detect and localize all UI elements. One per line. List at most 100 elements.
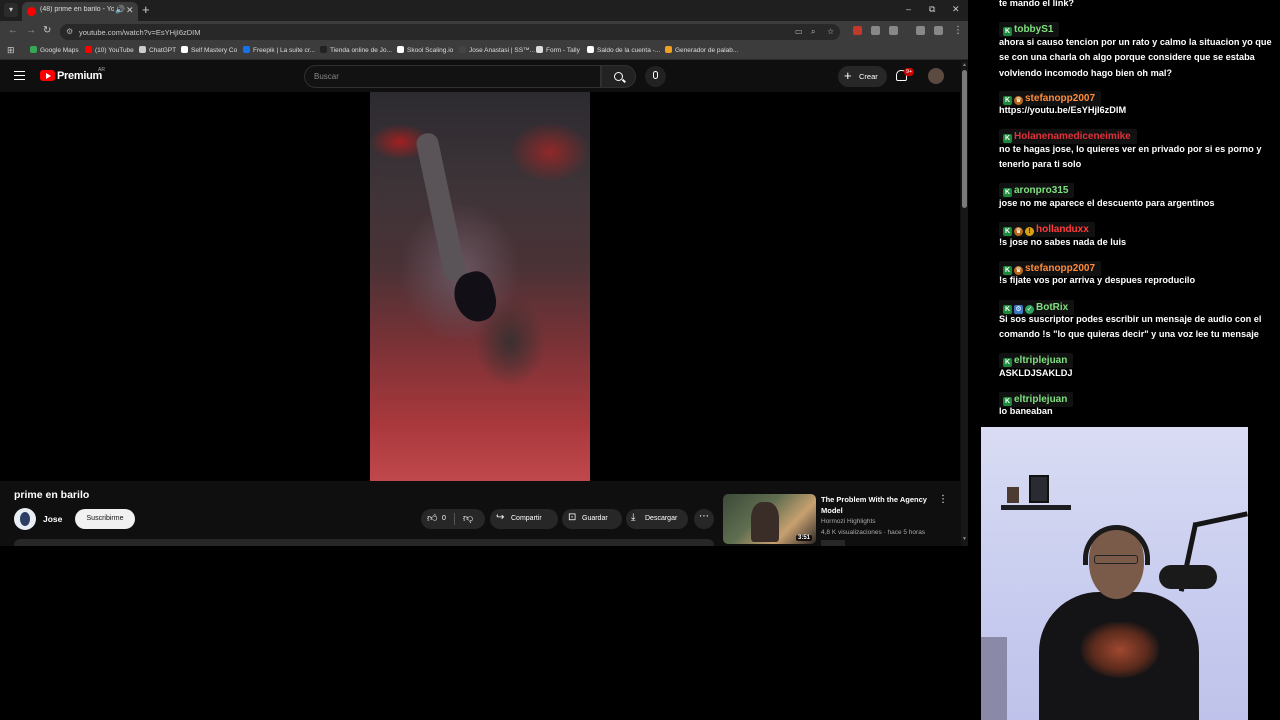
create-button[interactable]: + Crear <box>838 66 887 87</box>
thumbs-up-icon[interactable]: 👍︎ <box>427 512 437 524</box>
search-placeholder: Buscar <box>314 72 339 81</box>
bookmark-item[interactable]: Jose Anastasi | SS™... <box>459 46 535 54</box>
thumbs-down-icon[interactable]: 👎︎ <box>463 512 473 524</box>
tab-close-icon[interactable]: ✕ <box>126 5 134 16</box>
bookmark-item[interactable]: Generador de palab... <box>665 46 738 54</box>
url-text: youtube.com/watch?v=EsYHjI6zDIM <box>79 28 201 37</box>
chat-message-text: !s fijate vos por arriva y despues repro… <box>999 275 1196 285</box>
bookmark-item[interactable]: Saldo de la cuenta -... <box>587 46 660 54</box>
reload-icon[interactable]: ↻ <box>43 25 51 36</box>
map-pin-icon <box>30 46 37 53</box>
channel-avatar[interactable] <box>14 508 36 530</box>
extension-icon[interactable] <box>871 26 880 35</box>
thumbnail-person <box>751 502 779 542</box>
account-avatar[interactable] <box>928 68 944 84</box>
cast-icon[interactable]: ▭ <box>795 27 803 36</box>
notification-badge: 9+ <box>904 68 915 76</box>
chat-message-text: jose no me aparece el descuento para arg… <box>999 198 1215 208</box>
download-arrow-icon: ⤓ <box>631 512 636 523</box>
channel-name[interactable]: Jose <box>43 514 62 524</box>
search-icon <box>614 72 623 81</box>
video-title: prime en barilo <box>14 489 90 501</box>
subscribe-button[interactable]: Suscribirme <box>75 509 135 529</box>
bookmark-icon: ⊡ <box>568 512 577 523</box>
back-arrow-icon[interactable]: ← <box>8 25 18 36</box>
zoom-icon[interactable]: ⌕ <box>811 27 815 37</box>
extensions-puzzle-icon[interactable] <box>889 26 898 35</box>
download-label: Descargar <box>645 515 678 522</box>
adblock-extension-icon[interactable] <box>853 26 862 35</box>
share-label: Compartir <box>511 515 542 522</box>
bookmark-item[interactable]: Form - Tally <box>536 46 580 54</box>
site-info-icon[interactable]: ⚙ <box>66 27 73 36</box>
page-icon <box>181 46 188 53</box>
more-actions-button[interactable]: ⋯ <box>694 509 714 529</box>
tab-bar: ▾ (48) prime en barilo - YouT 🔊 ✕ + – ⧉ … <box>0 0 968 21</box>
profile-icon <box>459 46 466 53</box>
mic-arm <box>1193 511 1248 528</box>
menu-icon[interactable] <box>14 71 25 80</box>
speaker-icon[interactable]: 🔊 <box>115 5 125 14</box>
like-dislike-group: 👍︎ 0 👎︎ <box>421 509 485 529</box>
bookmark-item[interactable]: Self Mastery Co <box>181 46 237 54</box>
bookmark-item[interactable]: Freepik | La suite cr... <box>243 46 315 54</box>
chat-message-text: no te hagas jose, lo quieres ver en priv… <box>999 144 1262 170</box>
bookmark-item[interactable]: (10) YouTube <box>85 46 134 54</box>
scroll-up-arrow-icon[interactable]: ▲ <box>962 62 967 68</box>
restore-button[interactable]: ⧉ <box>929 4 935 15</box>
download-button[interactable]: ⤓ Descargar <box>626 509 688 529</box>
recommended-title[interactable]: The Problem With the Agency Model <box>821 494 933 516</box>
youtube-brand[interactable]: Premium <box>57 70 102 82</box>
search-button[interactable] <box>601 65 636 88</box>
save-label: Guardar <box>582 515 608 522</box>
scroll-down-arrow-icon[interactable]: ▼ <box>962 536 967 542</box>
save-button[interactable]: ⊡ Guardar <box>562 509 622 529</box>
skool-icon <box>397 46 404 53</box>
search-input[interactable]: Buscar <box>304 65 601 88</box>
microphone <box>1159 565 1217 589</box>
browser-menu-icon[interactable]: ⋮ <box>953 25 963 36</box>
bookmark-item[interactable]: ChatGPT <box>139 46 176 54</box>
url-input[interactable]: ⚙ youtube.com/watch?v=EsYHjI6zDIM ▭ ⌕ ☆ <box>60 24 840 40</box>
bookmark-item[interactable]: Tienda online de Jo... <box>320 46 392 54</box>
vertical-ellipsis-icon[interactable]: ⋮ <box>938 494 948 505</box>
minimize-button[interactable]: – <box>906 4 911 14</box>
download-icon[interactable] <box>934 26 943 35</box>
apps-grid-icon[interactable]: ⊞ <box>7 45 15 56</box>
tab-active[interactable]: (48) prime en barilo - YouT 🔊 ✕ <box>22 2 138 21</box>
webcam-background-window <box>981 637 1007 720</box>
share-button[interactable]: ↪ Compartir <box>490 509 558 529</box>
like-count: 0 <box>442 515 446 522</box>
plus-icon: + <box>844 68 852 83</box>
tab-title: (48) prime en barilo - YouT <box>40 6 114 13</box>
video-frame[interactable] <box>370 92 590 481</box>
browser-window: ▾ (48) prime en barilo - YouT 🔊 ✕ + – ⧉ … <box>0 0 968 546</box>
region-code: AR <box>98 67 105 73</box>
youtube-logo-icon[interactable] <box>40 70 55 81</box>
youtube-favicon-icon <box>27 7 36 16</box>
freepik-icon <box>243 46 250 53</box>
bookmark-item[interactable]: Skool Scaling.io <box>397 46 453 54</box>
bookmarks-bar: ⊞ Google Maps (10) YouTube ChatGPT Self … <box>0 42 968 60</box>
chat-message-text: Si sos suscriptor podes escribir un mens… <box>999 314 1262 340</box>
webcam-shelf-item <box>1029 475 1049 503</box>
chatgpt-icon <box>139 46 146 53</box>
close-window-button[interactable]: ✕ <box>952 4 960 15</box>
video-duration: 3:51 <box>796 535 813 541</box>
description-box[interactable] <box>14 539 714 546</box>
video-player[interactable] <box>0 92 960 481</box>
webcam-picture-frame <box>1007 487 1019 503</box>
chat-message-text: te mando el link? <box>999 0 1075 8</box>
recommended-meta: 4,8 K visualizaciones · hace 5 horas <box>821 529 926 536</box>
media-control-icon[interactable] <box>916 26 925 35</box>
voice-search-button[interactable] <box>645 66 666 87</box>
bookmark-star-icon[interactable]: ☆ <box>827 27 834 36</box>
tab-search-button[interactable]: ▾ <box>4 3 18 17</box>
chat-message-text: !s jose no sabes nada de luis <box>999 237 1127 247</box>
forward-arrow-icon[interactable]: → <box>26 25 36 36</box>
scrollbar-thumb[interactable] <box>962 70 967 208</box>
recommended-channel[interactable]: Hormozi Highlights <box>821 518 876 525</box>
new-tab-button[interactable]: + <box>142 2 150 17</box>
webcam-feed <box>981 427 1248 720</box>
bookmark-item[interactable]: Google Maps <box>30 46 79 54</box>
